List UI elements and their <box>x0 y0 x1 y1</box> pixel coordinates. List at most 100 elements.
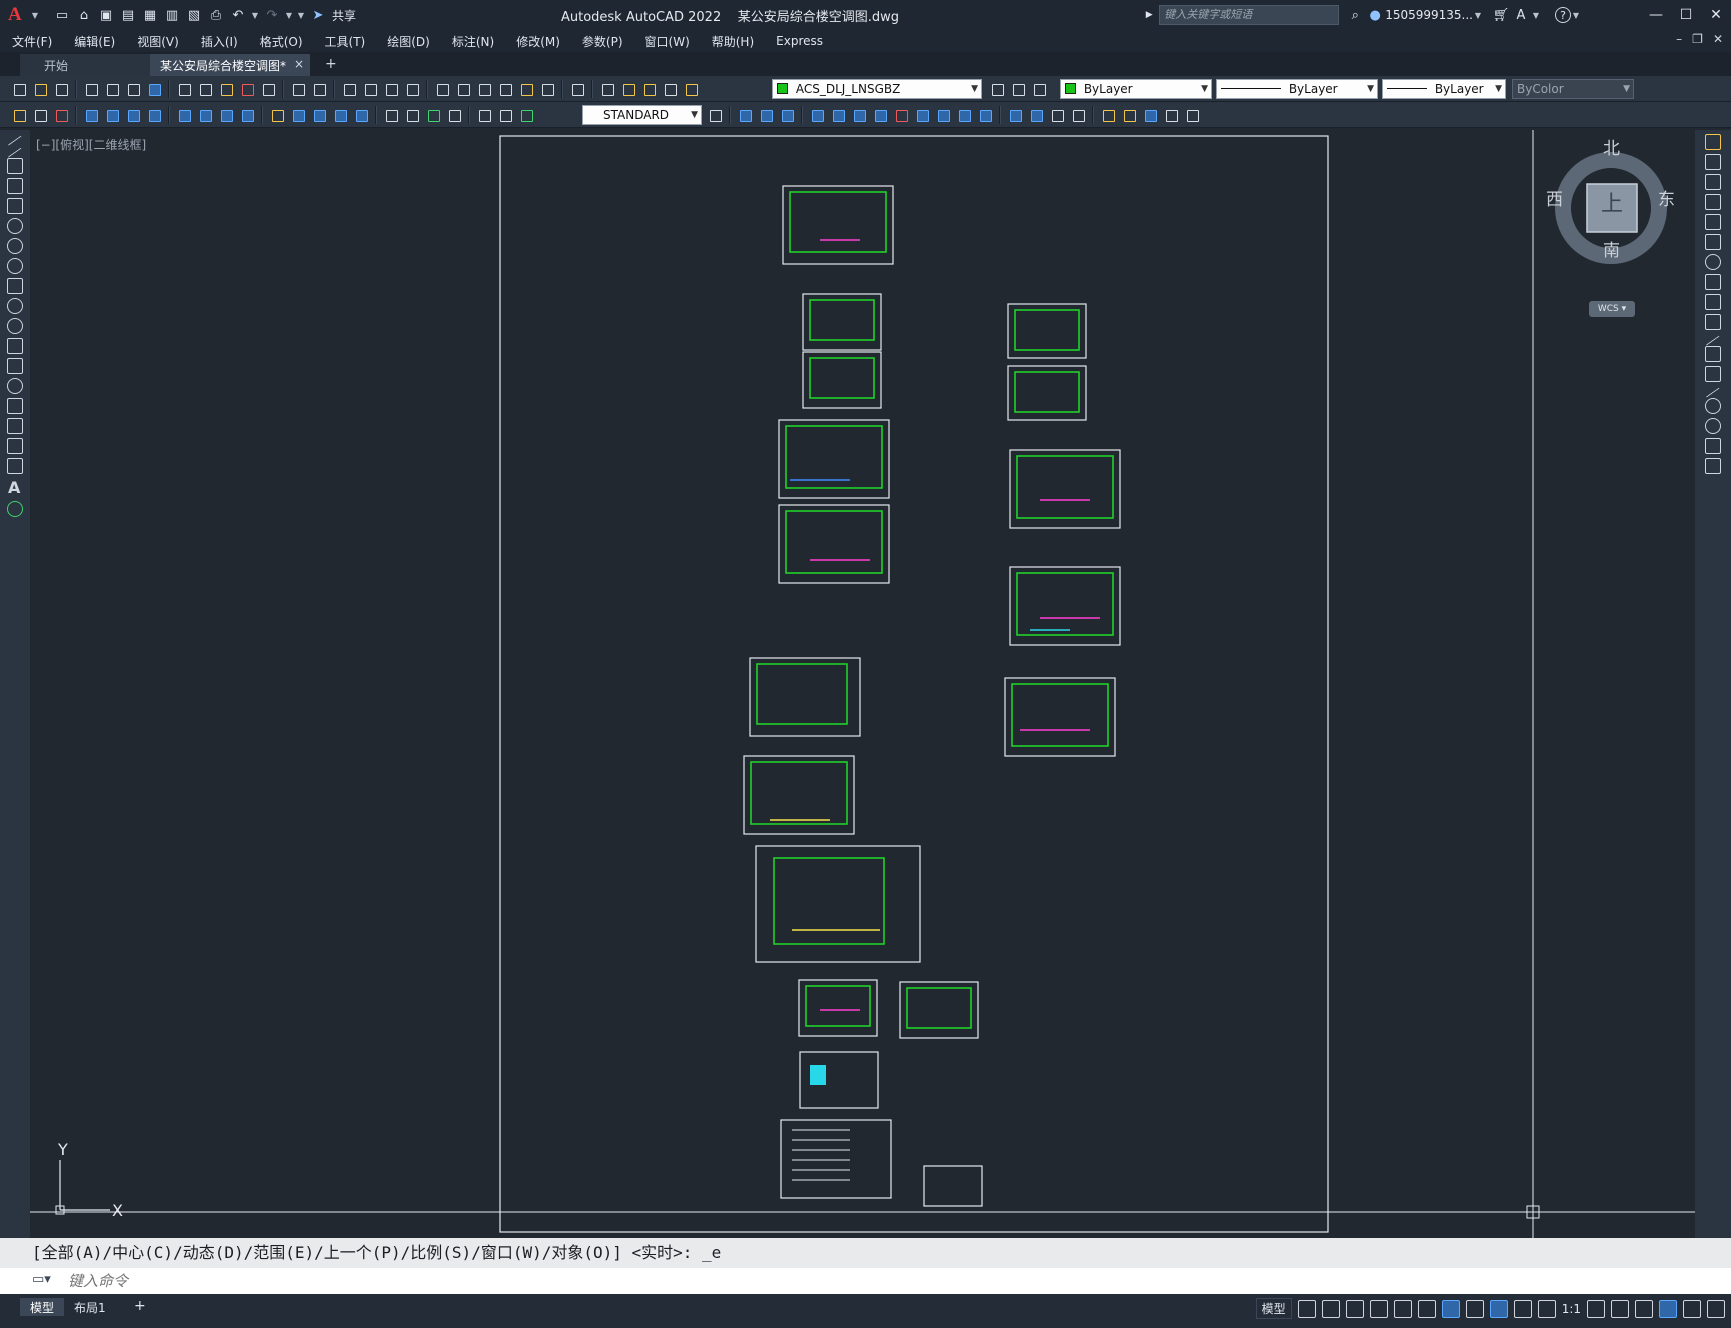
paste-icon[interactable] <box>217 80 235 98</box>
dim-style-manager-icon[interactable] <box>706 106 724 124</box>
ortho-icon[interactable] <box>1345 1299 1364 1318</box>
lineweight-icon[interactable] <box>1465 1299 1484 1318</box>
offset-icon[interactable] <box>1705 194 1721 210</box>
doc-restore-icon[interactable]: ❐ <box>1692 32 1703 46</box>
search-input[interactable]: 键入关键字或短语 <box>1159 5 1340 25</box>
make-current-layer-icon[interactable] <box>988 80 1006 98</box>
minimize-icon[interactable]: — <box>1641 7 1671 23</box>
copy-icon[interactable] <box>196 80 214 98</box>
drawing-canvas[interactable]: [−][俯视][二维线框] Y X 北 南 东 西 上 WCS ▾ <box>30 130 1695 1238</box>
array-icon[interactable] <box>1705 214 1721 230</box>
viewcube-east[interactable]: 东 <box>1658 185 1675 210</box>
wcs-dropdown[interactable]: WCS ▾ <box>1589 301 1635 317</box>
redo-tool-icon[interactable] <box>310 80 328 98</box>
auto-scale-icon[interactable] <box>1513 1299 1532 1318</box>
move-icon[interactable] <box>1705 234 1721 250</box>
all-annotations-front-icon[interactable] <box>1183 106 1201 124</box>
calculator-icon[interactable] <box>538 80 556 98</box>
tab-drawing[interactable]: 某公安局综合楼空调图* × <box>150 54 310 76</box>
add-layout-icon[interactable]: + <box>124 1297 156 1315</box>
autodesk-app-icon[interactable]: A <box>1511 5 1531 25</box>
publish-icon[interactable]: ▦ <box>140 5 160 25</box>
spline-icon[interactable] <box>7 278 23 294</box>
help-tool-icon[interactable] <box>568 80 586 98</box>
blend-curves-icon[interactable] <box>1705 438 1721 454</box>
layer-lock-tool-icon[interactable] <box>955 106 973 124</box>
construction-line-icon[interactable] <box>7 147 23 159</box>
search-icon[interactable]: ⌕ <box>1345 5 1365 25</box>
plotstyle-dropdown[interactable]: ByColor ▼ <box>1512 79 1634 99</box>
scale-icon[interactable] <box>1705 274 1721 290</box>
continue-dim-icon[interactable] <box>310 106 328 124</box>
chamfer-icon[interactable] <box>1705 398 1721 414</box>
dim-override-icon[interactable] <box>52 106 70 124</box>
import-icon[interactable]: ▧ <box>184 5 204 25</box>
linetype-dropdown[interactable]: ByLayer ▼ <box>1216 79 1378 99</box>
command-recent-icon[interactable]: ▭▾ <box>32 1272 51 1287</box>
mirror-icon[interactable] <box>1705 174 1721 190</box>
zoom-previous-icon[interactable] <box>403 80 421 98</box>
make-block-icon[interactable] <box>7 358 23 374</box>
copy-to-layer-icon[interactable] <box>934 106 952 124</box>
menu-help[interactable]: 帮助(H) <box>712 33 754 50</box>
layer-uniso-icon[interactable] <box>757 106 775 124</box>
explode-icon[interactable] <box>1705 458 1721 474</box>
table-icon[interactable] <box>7 458 23 474</box>
layer-viewport-icon[interactable] <box>661 80 679 98</box>
snap-icon[interactable] <box>1321 1299 1340 1318</box>
point-icon[interactable] <box>7 378 23 394</box>
undo-dropdown-icon[interactable]: ▼ <box>250 11 260 20</box>
cut-icon[interactable] <box>175 80 193 98</box>
send-under-icon[interactable] <box>1069 106 1087 124</box>
dim-edit-icon[interactable] <box>475 106 493 124</box>
layer-walk-icon[interactable] <box>808 106 826 124</box>
menu-dimension[interactable]: 标注(N) <box>452 33 494 50</box>
pan-icon[interactable] <box>340 80 358 98</box>
annotation-visibility-icon[interactable] <box>1489 1299 1508 1318</box>
tab-close-icon[interactable]: × <box>294 57 304 71</box>
open-file-icon[interactable]: ⌂ <box>74 5 94 25</box>
menu-express[interactable]: Express <box>776 34 823 48</box>
fillet-icon[interactable] <box>1705 418 1721 434</box>
aligned-dim-icon[interactable] <box>103 106 121 124</box>
clean-screen-icon[interactable] <box>1683 1299 1701 1318</box>
polar-icon[interactable] <box>1369 1299 1388 1318</box>
rectangle-icon[interactable] <box>7 198 23 214</box>
maximize-icon[interactable]: ☐ <box>1671 7 1701 23</box>
leaders-front-icon[interactable] <box>1162 106 1180 124</box>
inspection-icon[interactable] <box>424 106 442 124</box>
viewcube-west[interactable]: 西 <box>1546 185 1563 210</box>
arc-length-dim-icon[interactable] <box>124 106 142 124</box>
stretch-icon[interactable] <box>1705 294 1721 310</box>
layer-previous-icon[interactable] <box>1009 80 1027 98</box>
menu-edit[interactable]: 编辑(E) <box>74 33 115 50</box>
diameter-dim-icon[interactable] <box>217 106 235 124</box>
isodraft-icon[interactable] <box>1393 1299 1412 1318</box>
annotation-scale-value[interactable]: 1:1 <box>1562 1302 1581 1316</box>
insert-block-icon[interactable] <box>7 338 23 354</box>
new-tab-icon[interactable]: + <box>325 56 337 72</box>
share-icon[interactable]: ➤ <box>308 5 328 25</box>
customization-menu-icon[interactable] <box>1707 1299 1725 1318</box>
menu-format[interactable]: 格式(O) <box>260 33 303 50</box>
layer-states-icon[interactable] <box>1030 80 1048 98</box>
menu-tools[interactable]: 工具(T) <box>325 33 366 50</box>
save-as-icon[interactable]: ▤ <box>118 5 138 25</box>
lineweight-dropdown[interactable]: ByLayer ▼ <box>1382 79 1506 99</box>
viewcube-north[interactable]: 北 <box>1603 134 1620 159</box>
draw-order-front-icon[interactable] <box>1006 106 1024 124</box>
tab-model[interactable]: 模型 <box>20 1298 65 1316</box>
qnew-icon[interactable] <box>10 80 28 98</box>
center-mark-icon[interactable] <box>403 106 421 124</box>
layer-delete-icon[interactable] <box>892 106 910 124</box>
polygon-icon[interactable] <box>7 178 23 194</box>
app-menu-dropdown-icon[interactable]: ▼ <box>30 11 40 20</box>
zoom-window-icon[interactable] <box>382 80 400 98</box>
ordinate-dim-icon[interactable] <box>145 106 163 124</box>
annotation-scale-icon[interactable] <box>1537 1299 1556 1318</box>
share-label[interactable]: 共享 <box>332 7 356 24</box>
menu-file[interactable]: 文件(F) <box>12 33 52 50</box>
autocad-logo-icon[interactable]: A <box>8 4 30 26</box>
erase-icon[interactable] <box>1705 134 1721 150</box>
gradient-icon[interactable] <box>7 418 23 434</box>
